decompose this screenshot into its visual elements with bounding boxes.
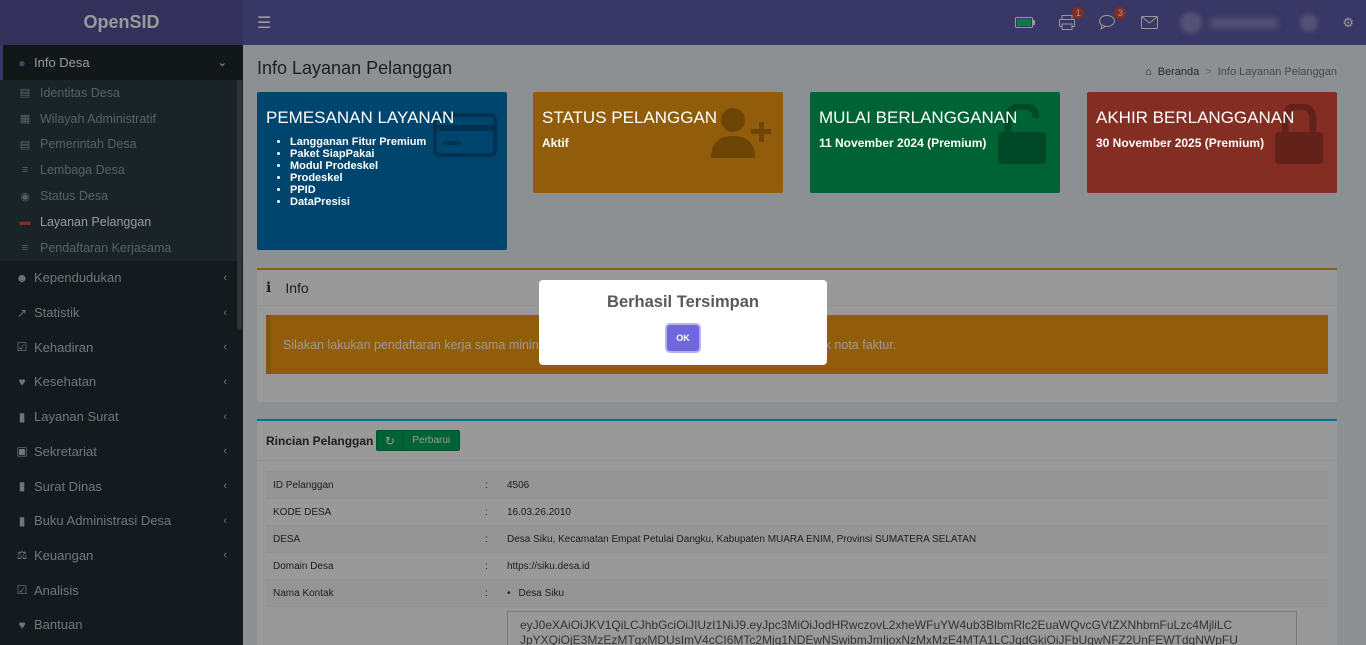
list-item: DataPresisi [290,196,498,208]
box-title: PEMESANAN LAYANAN [266,108,455,127]
list-item: Paket SiapPakai [290,148,498,160]
status-value: Aktif [542,136,569,150]
pemesanan-list: Langganan Fitur Premium Paket SiapPakai … [266,136,498,208]
list-item: PPID [290,184,498,196]
box-title: STATUS PELANGGAN [542,108,718,127]
success-dialog: Berhasil Tersimpan OK [539,280,827,365]
mulai-value: 11 November 2024 (Premium) [819,136,987,150]
box-title: AKHIR BERLANGGANAN [1096,108,1295,127]
list-item: Langganan Fitur Premium [290,136,498,148]
akhir-value: 30 November 2025 (Premium) [1096,136,1265,150]
ok-button[interactable]: OK [667,325,699,351]
dialog-title: Berhasil Tersimpan [607,293,759,311]
box-title: MULAI BERLANGGANAN [819,108,1018,127]
list-item: Prodeskel [290,172,498,184]
list-item: Modul Prodeskel [290,160,498,172]
